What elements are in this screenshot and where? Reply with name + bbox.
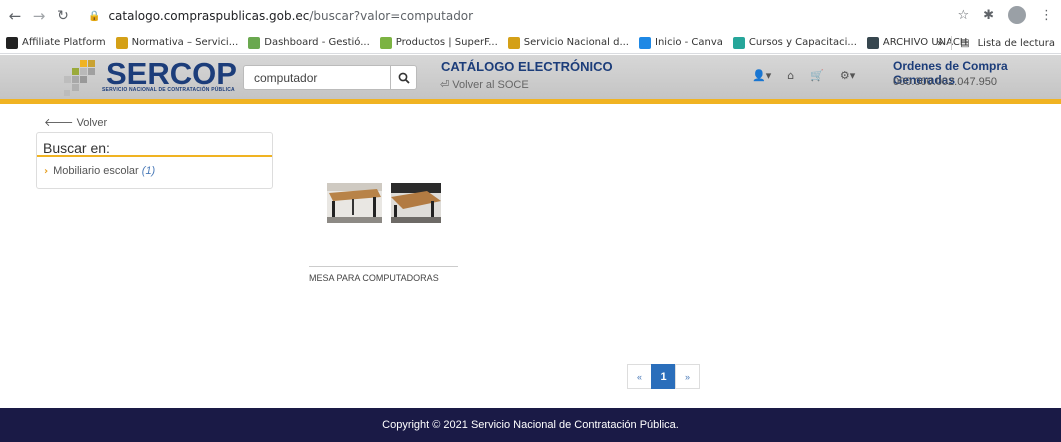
forward-arrow-icon[interactable]: →	[30, 7, 48, 25]
bookmark-favicon-icon	[507, 36, 520, 49]
category-count: (1)	[141, 165, 156, 177]
bookmark-item[interactable]: Affiliate Platform	[6, 36, 106, 49]
bookmark-label: Normativa – Servici...	[131, 37, 239, 48]
browser-extensions: ☆ ✱ ⋮	[957, 6, 1053, 24]
category-label: Mobiliario escolar	[53, 165, 139, 177]
search-button[interactable]	[390, 66, 416, 89]
category-filter-item[interactable]: › Mobiliario escolar (1)	[37, 157, 272, 177]
bookmark-label: Productos | SuperF...	[395, 37, 498, 48]
cart-icon[interactable]: 🛒	[810, 69, 824, 82]
bookmark-item[interactable]: Productos | SuperF...	[379, 36, 498, 49]
search-box	[243, 65, 417, 90]
profile-avatar[interactable]	[1008, 6, 1026, 24]
product-thumbnail-2[interactable]	[391, 183, 441, 223]
reading-list-icon: ▤	[960, 37, 970, 49]
bookmark-item[interactable]: Inicio - Canva	[639, 36, 723, 49]
bookmark-item[interactable]: Normativa – Servici...	[115, 36, 239, 49]
footer-copyright: Copyright © 2021 Servicio Nacional de Co…	[0, 408, 1061, 442]
pagination-next-button[interactable]: »	[675, 364, 700, 389]
bookmark-label: Servicio Nacional d...	[523, 37, 629, 48]
url-host: catalogo.compraspublicas.gob.ec	[108, 9, 310, 23]
bookmark-label: Affiliate Platform	[22, 37, 106, 48]
bookmark-favicon-icon	[379, 36, 392, 49]
bookmarks-bar: Affiliate Platform Normativa – Servici...…	[0, 32, 1061, 54]
pagination-prev-button[interactable]: «	[627, 364, 652, 389]
bookmark-label: Cursos y Capacitaci...	[748, 37, 857, 48]
bookmark-favicon-icon	[639, 36, 651, 49]
sercop-logo-subtitle: SERVICIO NACIONAL DE CONTRATACIÓN PÚBLIC…	[102, 87, 235, 93]
product-divider	[309, 266, 458, 267]
chevron-right-icon: ›	[44, 166, 49, 177]
star-icon[interactable]: ☆	[957, 8, 969, 23]
reload-icon[interactable]: ↻	[54, 8, 72, 24]
header-icons: 👤▾ ⌂ 🛒 ⚙▾	[752, 69, 855, 82]
catalog-title: CATÁLOGO ELECTRÓNICO	[441, 59, 613, 74]
user-menu-icon[interactable]: 👤▾	[752, 69, 771, 82]
reading-list-button[interactable]: Lista de lectura	[978, 38, 1055, 49]
bookmark-favicon-icon	[115, 36, 128, 49]
panel-title: Buscar en:	[37, 133, 272, 157]
address-bar[interactable]: 🔒 catalogo.compraspublicas.gob.ec/buscar…	[88, 5, 968, 27]
sercop-logo-text[interactable]: SERCOP	[106, 58, 237, 90]
extensions-puzzle-icon[interactable]: ✱	[983, 8, 994, 23]
lock-icon: 🔒	[88, 10, 101, 22]
search-filter-panel: Buscar en: › Mobiliario escolar (1)	[36, 132, 273, 189]
bookmark-favicon-icon	[732, 36, 745, 49]
exit-icon: ⏎	[440, 79, 450, 91]
volver-label: Volver	[76, 117, 108, 129]
bookmarks-divider	[951, 36, 953, 50]
settings-gear-icon[interactable]: ⚙▾	[840, 69, 855, 82]
bookmark-item[interactable]: Dashboard - Gestió...	[248, 36, 370, 49]
home-icon[interactable]: ⌂	[787, 69, 794, 82]
kebab-menu-icon[interactable]: ⋮	[1040, 8, 1053, 23]
pagination-page-1[interactable]: 1	[651, 364, 676, 389]
sercop-logo-squares	[64, 60, 95, 96]
bookmark-item[interactable]: Servicio Nacional d...	[507, 36, 629, 49]
url-path: /buscar?valor=computador	[309, 9, 474, 23]
bookmark-label: Inicio - Canva	[655, 37, 723, 48]
back-to-soce-label: Volver al SOCE	[452, 79, 529, 91]
bookmark-item[interactable]: Cursos y Capacitaci...	[732, 36, 857, 49]
bookmark-favicon-icon	[248, 36, 261, 49]
bookmark-favicon-icon	[6, 36, 18, 49]
pagination: « 1 »	[627, 364, 700, 389]
search-icon	[398, 72, 410, 84]
header-accent-bar	[0, 99, 1061, 104]
product-name-link[interactable]: MESA PARA COMPUTADORAS	[309, 273, 439, 283]
bookmark-favicon-icon	[866, 36, 879, 49]
back-to-soce-link[interactable]: ⏎ Volver al SOCE	[440, 78, 529, 91]
back-arrow-icon[interactable]: ←	[6, 7, 24, 25]
bookmarks-overflow: » ▤ Lista de lectura	[937, 36, 1055, 50]
product-thumbnail-1[interactable]	[327, 183, 382, 223]
bookmark-label: Dashboard - Gestió...	[264, 37, 370, 48]
browser-toolbar: ← → ↻ 🔒 catalogo.compraspublicas.gob.ec /…	[0, 0, 1061, 32]
bookmarks-more-button[interactable]: »	[937, 38, 943, 49]
search-input[interactable]	[244, 66, 390, 89]
volver-link[interactable]: 🡐 Volver	[44, 115, 107, 129]
left-arrow-icon: 🡐	[44, 117, 74, 129]
orders-value: 000.000.002.047.950	[893, 76, 997, 88]
